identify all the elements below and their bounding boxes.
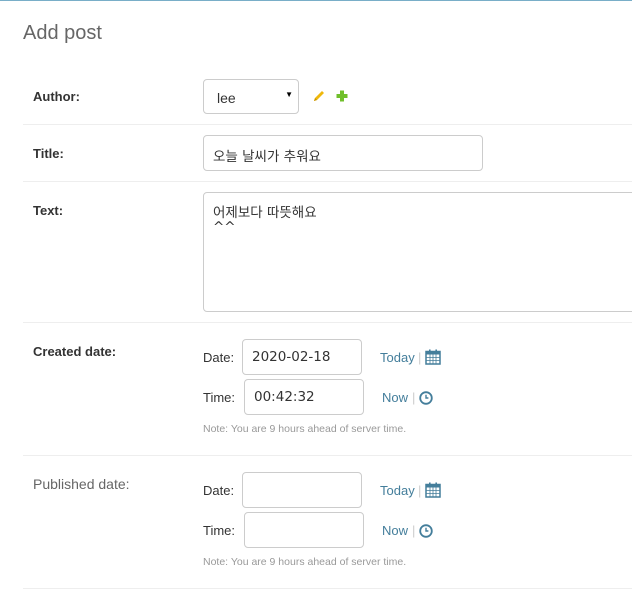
- created-now-link[interactable]: Now: [382, 390, 408, 405]
- created-today-link[interactable]: Today: [380, 350, 415, 365]
- row-divider: [23, 124, 632, 125]
- published-date-label: Published date:: [33, 476, 130, 492]
- plus-icon[interactable]: [335, 89, 349, 106]
- timezone-note: Note: You are 9 hours ahead of server ti…: [203, 423, 407, 435]
- title-label: Title:: [33, 146, 64, 161]
- published-date-sublabel: Date:: [203, 483, 235, 498]
- text-line: ^^: [213, 219, 236, 235]
- text-label: Text:: [33, 203, 64, 218]
- created-date-input[interactable]: 2020-02-18: [242, 339, 362, 375]
- page-title: Add post: [23, 22, 102, 44]
- link-separator: |: [412, 523, 416, 538]
- clock-icon[interactable]: [419, 391, 433, 408]
- title-input-value: 오늘 날씨가 추워요: [213, 149, 321, 165]
- row-divider: [23, 588, 632, 589]
- link-separator: |: [418, 483, 422, 498]
- header-accent-line: [0, 0, 632, 1]
- row-divider: [23, 181, 632, 182]
- pencil-icon[interactable]: [312, 89, 326, 106]
- row-divider: [23, 322, 632, 323]
- published-time-input[interactable]: [244, 512, 364, 548]
- row-divider: [23, 455, 632, 456]
- author-select-value: lee: [217, 90, 236, 106]
- link-separator: |: [412, 390, 416, 405]
- created-date-label: Created date:: [33, 344, 117, 359]
- author-label: Author:: [33, 89, 80, 104]
- created-time-value: 00:42:32: [254, 389, 315, 405]
- created-time-sublabel: Time:: [203, 390, 236, 405]
- calendar-icon[interactable]: [425, 349, 441, 368]
- author-select[interactable]: lee ▼: [203, 79, 299, 114]
- dropdown-caret-icon: ▼: [285, 90, 293, 99]
- text-line: 어제보다 따뜻해요: [213, 205, 317, 221]
- published-now-link[interactable]: Now: [382, 523, 408, 538]
- title-input[interactable]: 오늘 날씨가 추워요: [203, 135, 483, 171]
- timezone-note: Note: You are 9 hours ahead of server ti…: [203, 556, 407, 568]
- created-date-value: 2020-02-18: [252, 349, 331, 365]
- link-separator: |: [418, 350, 422, 365]
- created-time-input[interactable]: 00:42:32: [244, 379, 364, 415]
- published-today-link[interactable]: Today: [380, 483, 415, 498]
- text-textarea[interactable]: 어제보다 따뜻해요 ^^: [203, 192, 632, 312]
- calendar-icon[interactable]: [425, 482, 441, 501]
- clock-icon[interactable]: [419, 524, 433, 541]
- created-date-sublabel: Date:: [203, 350, 235, 365]
- published-date-input[interactable]: [242, 472, 362, 508]
- published-time-sublabel: Time:: [203, 523, 236, 538]
